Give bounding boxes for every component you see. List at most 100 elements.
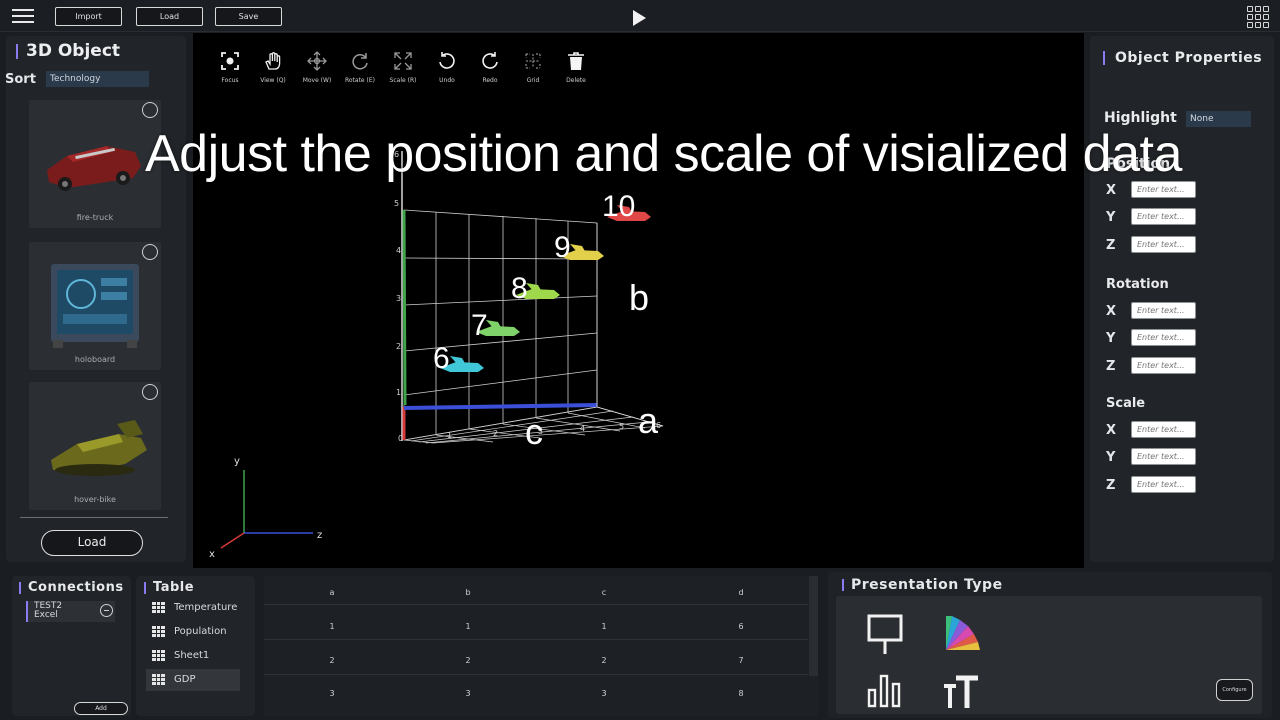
scale-y-label: Y — [1106, 450, 1116, 465]
tick-b-5: 5 — [394, 199, 399, 208]
bar-chart-icon[interactable] — [866, 672, 906, 708]
table-cell: 8 — [738, 689, 744, 698]
col-header-b: b — [465, 588, 471, 597]
position-z-input[interactable] — [1131, 236, 1196, 253]
apps-grid-icon[interactable] — [1247, 6, 1269, 28]
presentation-options — [836, 596, 1262, 714]
holoboard-thumbnail — [51, 264, 139, 348]
select-radio[interactable] — [142, 384, 158, 400]
table-item-gdp[interactable]: GDP — [146, 669, 240, 691]
col-header-a: a — [329, 588, 335, 597]
table-cell: 6 — [738, 622, 744, 631]
table-cell: 1 — [601, 622, 607, 631]
rotation-label: Rotation — [1106, 277, 1169, 292]
data-label-8: 8 — [511, 272, 528, 305]
connections-title: Connections — [19, 580, 124, 595]
highlight-select[interactable]: None — [1186, 111, 1251, 127]
card-label: fire-truck — [76, 213, 114, 222]
tick-a-1: 1 — [447, 431, 452, 440]
position-x-label: X — [1106, 183, 1117, 198]
data-label-7: 7 — [471, 309, 488, 342]
play-icon[interactable] — [633, 10, 646, 26]
scale-z-input[interactable] — [1131, 476, 1196, 493]
data-label-10: 10 — [602, 190, 635, 223]
save-button[interactable]: Save — [215, 7, 282, 26]
rotation-z-input[interactable] — [1131, 357, 1196, 374]
object-properties-panel: Object Properties Highlight None Positio… — [1090, 36, 1274, 562]
configure-button[interactable]: Configure — [1216, 679, 1253, 701]
table-icon — [152, 650, 165, 661]
rotation-x-label: X — [1106, 304, 1117, 319]
tick-b-2: 2 — [396, 342, 401, 351]
position-y-label: Y — [1106, 210, 1116, 225]
panel-title: Object Properties — [1103, 50, 1262, 66]
scale-x-input[interactable] — [1131, 421, 1196, 438]
scale-label: Scale — [1106, 396, 1146, 411]
import-button[interactable]: Import — [55, 7, 122, 26]
axis-label-a: a — [638, 400, 659, 441]
table-scrollbar[interactable] — [809, 576, 818, 676]
3d-chart-scene: 0 1 2 3 4 5 6 1 2 3 4 5 6 6 7 8 9 10 b a… — [209, 150, 664, 560]
object-card-holoboard[interactable]: holoboard — [29, 242, 161, 370]
object-card-hover-bike[interactable]: hover-bike — [29, 382, 161, 510]
data-table: a b c d 1 1 1 6 2 2 2 7 3 3 3 8 — [264, 576, 818, 716]
object-card-fire-truck[interactable]: fire-truck — [29, 100, 161, 228]
text-size-icon[interactable] — [942, 674, 982, 710]
divider — [20, 517, 168, 518]
color-palette-icon[interactable] — [944, 612, 984, 652]
tick-a-0: 0 — [398, 434, 403, 443]
data-labels: 6 7 8 9 10 — [433, 190, 635, 375]
table-cell: 7 — [738, 656, 744, 665]
table-cell: 3 — [329, 689, 335, 698]
table-cell: 2 — [601, 656, 607, 665]
position-y-input[interactable] — [1131, 208, 1196, 225]
gizmo-x: x — [209, 549, 215, 560]
tick-b-1: 1 — [396, 388, 401, 397]
signboard-icon[interactable] — [866, 614, 906, 656]
menu-icon[interactable] — [12, 8, 34, 24]
table-item-population[interactable]: Population — [146, 621, 240, 643]
scale-z-label: Z — [1106, 478, 1116, 493]
rotation-y-input[interactable] — [1131, 329, 1196, 346]
object-library-panel: 3D Object Sort Technology fire-truck hol… — [5, 36, 186, 562]
top-bar: Import Load Save — [0, 0, 1280, 32]
table-cell: 3 — [601, 689, 607, 698]
load-top-button[interactable]: Load — [136, 7, 203, 26]
remove-connection-icon[interactable] — [100, 604, 113, 617]
gizmo-z: z — [317, 530, 322, 541]
table-icon — [152, 602, 165, 613]
presentation-type-panel: Presentation Type Configure — [828, 572, 1272, 718]
sort-select[interactable]: Technology — [46, 71, 149, 87]
table-title: Table — [144, 580, 194, 595]
table-item-sheet1[interactable]: Sheet1 — [146, 645, 240, 667]
data-label-9: 9 — [554, 231, 571, 264]
tick-b-3: 3 — [396, 294, 401, 303]
rotation-z-label: Z — [1106, 359, 1116, 374]
col-header-d: d — [738, 588, 744, 597]
hover-bike-thumbnail — [51, 420, 147, 476]
sort-label: Sort — [5, 72, 36, 87]
rotation-y-label: Y — [1106, 331, 1116, 346]
fire-truck-thumbnail — [47, 146, 141, 191]
connections-panel: Connections TEST2 Excel Add — [12, 576, 131, 716]
select-radio[interactable] — [142, 102, 158, 118]
col-header-c: c — [601, 588, 607, 597]
scale-y-input[interactable] — [1131, 448, 1196, 465]
3d-viewport[interactable]: Focus View (Q) Move (W) Rotate (E) Scale… — [193, 33, 1084, 568]
table-list-panel: Table Temperature Population Sheet1 GDP — [136, 576, 255, 716]
table-cell: 3 — [465, 689, 471, 698]
presentation-title: Presentation Type — [842, 577, 1003, 593]
add-connection-button[interactable]: Add — [74, 702, 128, 715]
tutorial-caption: Adjust the position and scale of visiali… — [145, 125, 1182, 183]
tick-a-4: 4 — [580, 424, 585, 433]
scale-x-label: X — [1106, 423, 1117, 438]
load-object-button[interactable]: Load — [41, 530, 143, 556]
table-icon — [152, 626, 165, 637]
position-z-label: Z — [1106, 238, 1116, 253]
axis-label-b: b — [629, 277, 649, 318]
table-cell: 2 — [329, 656, 335, 665]
panel-title: 3D Object — [16, 41, 120, 61]
select-radio[interactable] — [142, 244, 158, 260]
rotation-x-input[interactable] — [1131, 302, 1196, 319]
table-item-temperature[interactable]: Temperature — [146, 597, 240, 619]
